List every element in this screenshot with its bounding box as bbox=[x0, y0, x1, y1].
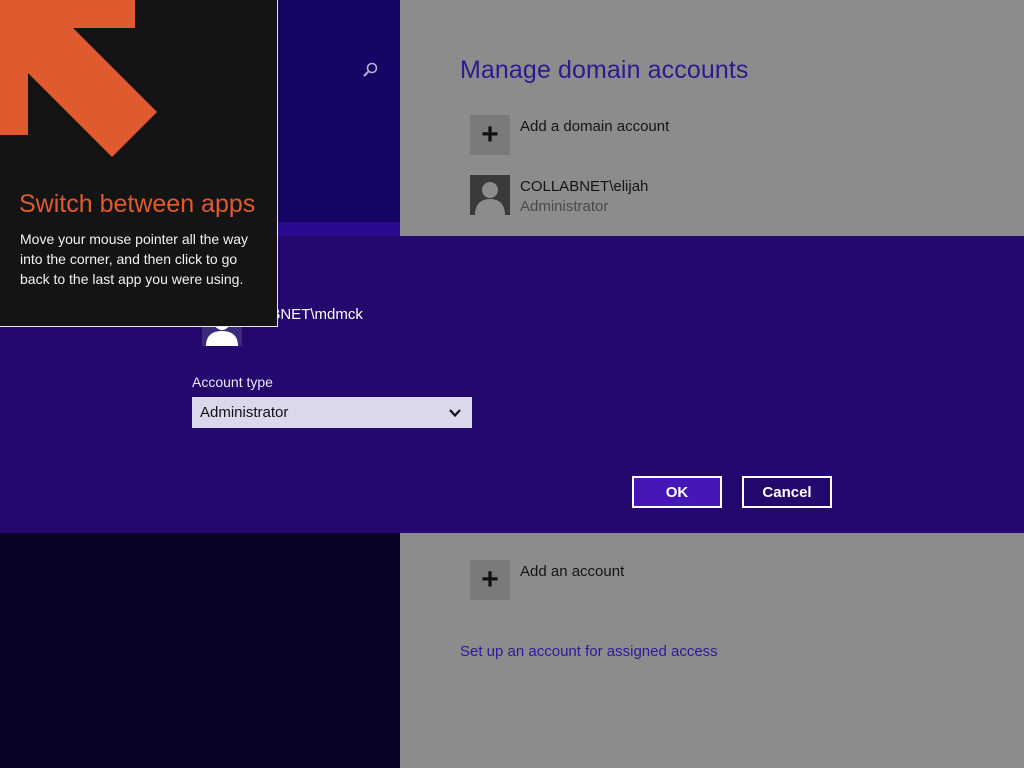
tip-title: Switch between apps bbox=[19, 190, 256, 218]
tip-overlay: Switch between apps Move your mouse poin… bbox=[0, 0, 278, 327]
left-panel-highlight bbox=[278, 222, 400, 236]
user-icon bbox=[475, 182, 505, 215]
account-role: Administrator bbox=[520, 198, 609, 215]
add-account-tile[interactable]: + bbox=[470, 560, 510, 600]
account-name[interactable]: COLLABNET\elijah bbox=[520, 178, 648, 195]
account-type-value: Administrator bbox=[200, 404, 289, 421]
arrow-up-left-icon bbox=[0, 0, 157, 157]
ok-button[interactable]: OK bbox=[632, 476, 722, 508]
search-icon[interactable] bbox=[360, 60, 380, 80]
cancel-button[interactable]: Cancel bbox=[742, 476, 832, 508]
account-type-select[interactable]: Administrator bbox=[192, 397, 472, 428]
add-domain-account-label[interactable]: Add a domain account bbox=[520, 118, 669, 135]
add-account-label[interactable]: Add an account bbox=[520, 563, 624, 580]
plus-icon: + bbox=[481, 563, 499, 596]
tip-body: Move your mouse pointer all the way into… bbox=[20, 231, 248, 287]
account-avatar[interactable] bbox=[470, 175, 510, 215]
page-title: Manage domain accounts bbox=[460, 56, 749, 84]
chevron-down-icon bbox=[449, 409, 461, 418]
left-panel-lower bbox=[0, 533, 400, 768]
plus-icon: + bbox=[481, 118, 499, 151]
account-type-label: Account type bbox=[192, 374, 273, 390]
add-domain-account-tile[interactable]: + bbox=[470, 115, 510, 155]
assigned-access-link[interactable]: Set up an account for assigned access bbox=[460, 643, 718, 660]
